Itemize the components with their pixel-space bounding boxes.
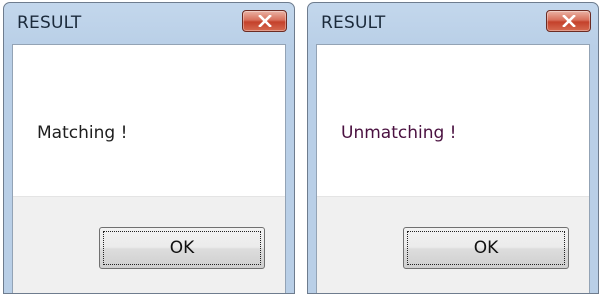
button-area: OK <box>13 196 285 293</box>
dialog-body: Unmatching ! OK <box>316 44 590 293</box>
result-dialog-unmatching: RESULT Unmatching ! OK <box>307 2 599 294</box>
result-dialog-matching: RESULT Matching ! OK <box>3 2 295 294</box>
ok-button[interactable]: OK <box>99 227 265 269</box>
close-button[interactable] <box>546 10 591 32</box>
ok-button-label: OK <box>169 238 195 258</box>
close-x-icon <box>257 15 272 27</box>
dialog-body: Matching ! OK <box>12 44 286 293</box>
close-button[interactable] <box>242 10 287 32</box>
dialog-title: RESULT <box>321 13 386 33</box>
title-bar[interactable]: RESULT <box>4 3 294 43</box>
result-message: Matching ! <box>37 123 128 143</box>
dialog-title: RESULT <box>17 13 82 33</box>
ok-button-label: OK <box>473 238 499 258</box>
title-bar[interactable]: RESULT <box>308 3 598 43</box>
result-message: Unmatching ! <box>341 123 457 143</box>
close-x-icon <box>561 15 576 27</box>
ok-button[interactable]: OK <box>403 227 569 269</box>
button-area: OK <box>317 196 589 293</box>
